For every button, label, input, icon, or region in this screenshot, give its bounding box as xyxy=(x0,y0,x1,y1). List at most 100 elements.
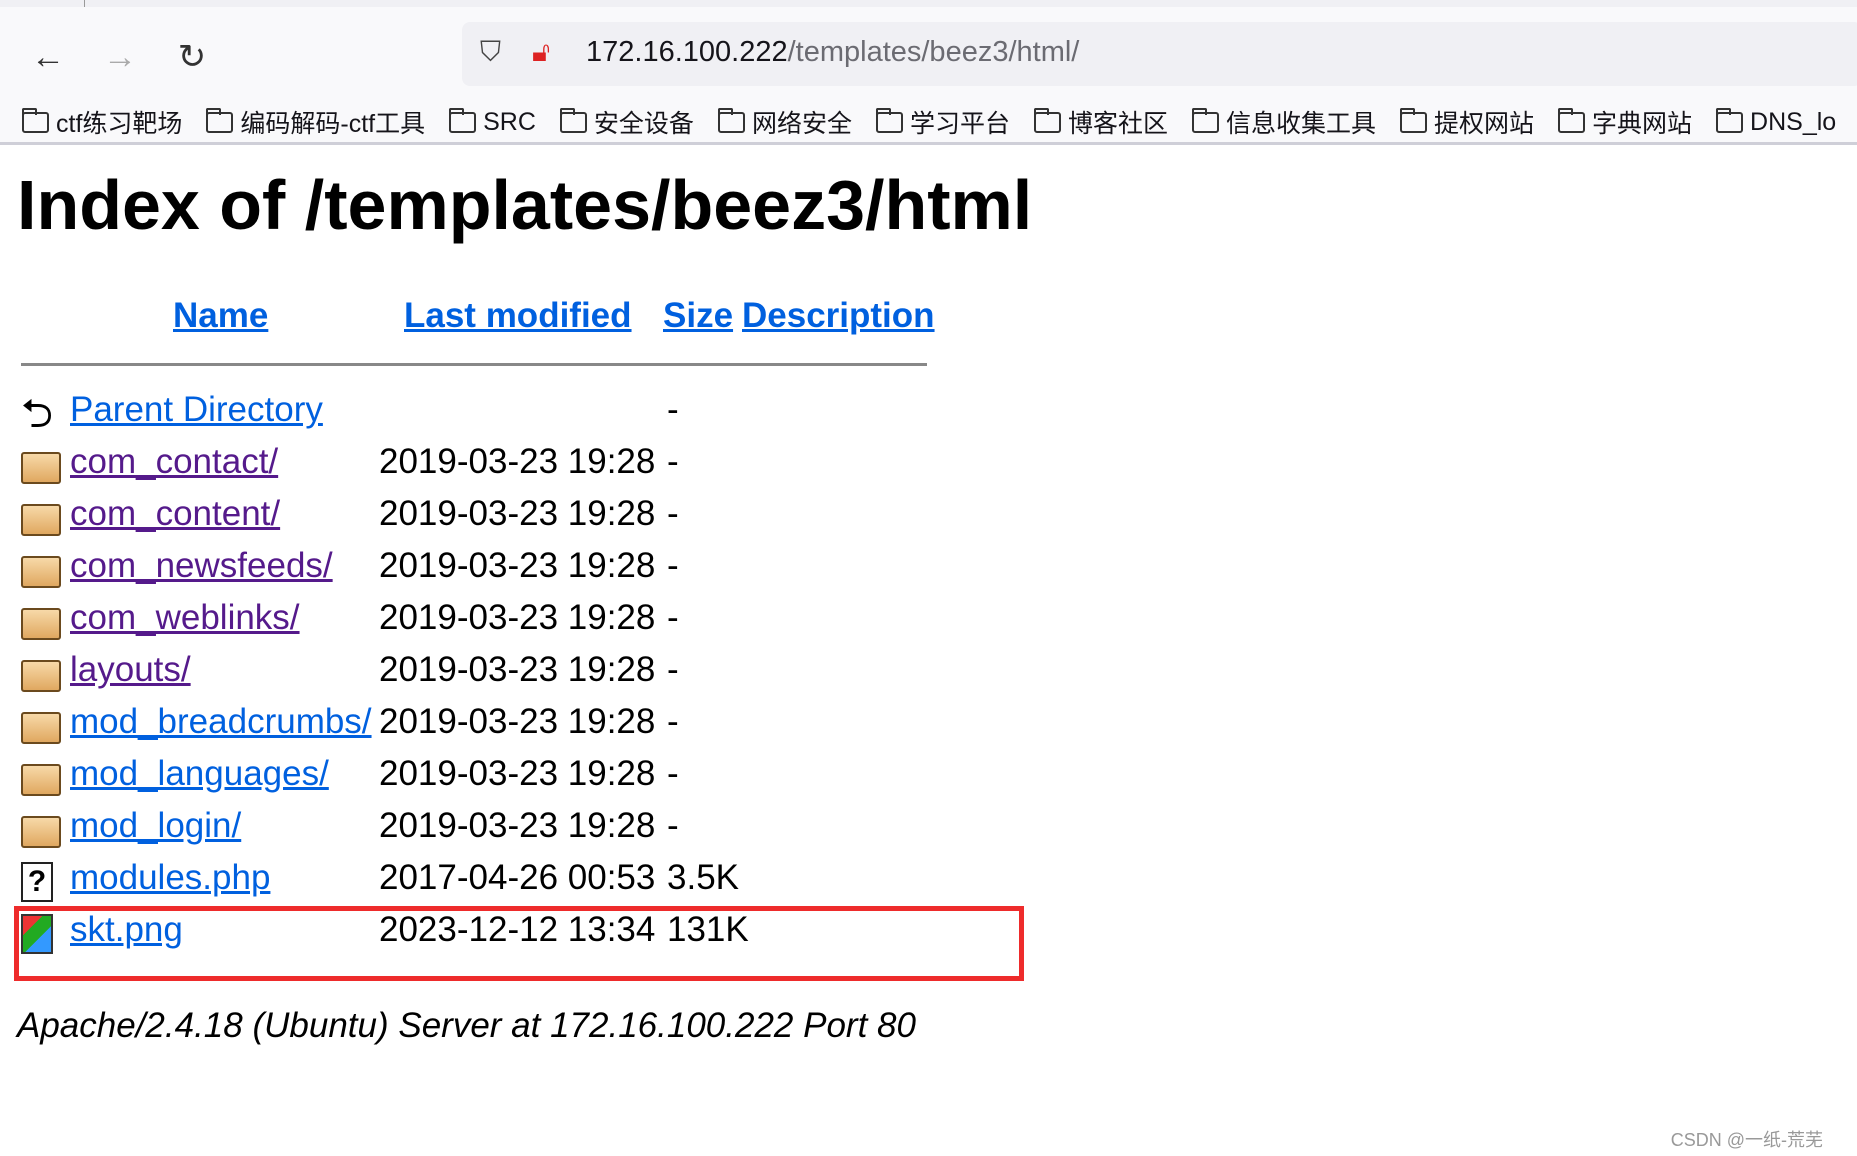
bookmark-item[interactable]: 信息收集工具 xyxy=(1191,104,1376,140)
bookmark-item[interactable]: 安全设备 xyxy=(559,104,694,140)
page-title: Index of /templates/beez3/html xyxy=(17,166,1033,244)
file-link[interactable]: mod_breadcrumbs/ xyxy=(70,702,372,742)
bookmark-item[interactable]: 博客社区 xyxy=(1033,104,1168,140)
file-link[interactable]: com_weblinks/ xyxy=(70,598,300,638)
folder-icon xyxy=(717,107,745,133)
file-link[interactable]: layouts/ xyxy=(70,650,191,690)
file-size: - xyxy=(667,494,679,533)
folder-icon xyxy=(1716,107,1744,133)
bookmark-item[interactable]: DNS_lo xyxy=(1716,104,1836,140)
sort-size-link[interactable]: Size xyxy=(663,296,733,336)
bookmark-label: 网络安全 xyxy=(751,110,852,138)
header-divider xyxy=(21,363,927,366)
file-link[interactable]: com_newsfeeds/ xyxy=(70,546,333,586)
folder-icon xyxy=(21,452,61,484)
bookmark-item[interactable]: 网络安全 xyxy=(717,104,852,140)
folder-icon xyxy=(22,107,49,133)
folder-icon xyxy=(21,660,61,692)
sort-name-link[interactable]: Name xyxy=(173,296,268,336)
table-row: mod_login/ 2019-03-23 19:28 - xyxy=(21,804,1021,856)
sort-description-link[interactable]: Description xyxy=(742,296,935,336)
file-size: - xyxy=(667,650,679,689)
file-size: - xyxy=(667,702,679,741)
folder-icon xyxy=(21,556,61,588)
watermark: CSDN @一纸-荒芜 xyxy=(1670,1130,1823,1150)
unknown-file-icon: ? xyxy=(21,862,53,902)
reload-icon[interactable]: ↻ xyxy=(172,37,212,77)
bookmark-label: 提权网站 xyxy=(1434,110,1535,138)
url-text[interactable]: 172.16.100.222/templates/beez3/html/ xyxy=(586,36,1079,69)
file-link[interactable]: mod_languages/ xyxy=(70,754,329,794)
last-modified: 2019-03-23 19:28 xyxy=(379,546,656,585)
file-link[interactable]: com_content/ xyxy=(70,494,280,534)
table-row: mod_breadcrumbs/ 2019-03-23 19:28 - xyxy=(21,700,1021,752)
table-row: com_content/ 2019-03-23 19:28 - xyxy=(21,492,1021,544)
folder-icon xyxy=(1400,107,1427,133)
table-row: com_weblinks/ 2019-03-23 19:28 - xyxy=(21,596,1021,648)
bookmark-label: 字典网站 xyxy=(1592,110,1693,138)
file-size: - xyxy=(667,546,679,585)
shield-icon[interactable]: ⛉ xyxy=(480,36,501,69)
last-modified: 2019-03-23 19:28 xyxy=(379,598,656,637)
folder-icon xyxy=(1191,107,1219,133)
file-size: - xyxy=(667,806,679,845)
file-size: - xyxy=(667,754,679,793)
bookmark-label: 信息收集工具 xyxy=(1225,110,1376,138)
folder-icon xyxy=(1033,107,1061,133)
last-modified: 2019-03-23 19:28 xyxy=(379,702,656,741)
folder-icon xyxy=(449,107,477,133)
folder-icon xyxy=(1558,107,1586,133)
bookmark-item[interactable]: 编码解码-ctf工具 xyxy=(206,104,425,140)
folder-icon xyxy=(21,816,61,848)
sort-last-modified-link[interactable]: Last modified xyxy=(404,296,632,336)
last-modified: 2019-03-23 19:28 xyxy=(379,442,656,481)
file-size: - xyxy=(667,598,679,637)
bookmark-item[interactable]: ctf练习靶场 xyxy=(22,104,182,140)
bookmark-item[interactable]: 学习平台 xyxy=(875,104,1010,140)
bookmark-label: 博客社区 xyxy=(1067,110,1168,138)
table-row: mod_languages/ 2019-03-23 19:28 - xyxy=(21,752,1021,804)
last-modified: 2019-03-23 19:28 xyxy=(379,754,656,793)
folder-icon xyxy=(21,764,61,796)
table-row: layouts/ 2019-03-23 19:28 - xyxy=(21,648,1021,700)
bookmark-label: SRC xyxy=(483,107,536,136)
url-host: 172.16.100.222 xyxy=(586,36,788,68)
bookmark-item[interactable]: 字典网站 xyxy=(1558,104,1692,140)
table-row: com_contact/ 2019-03-23 19:28 - xyxy=(21,440,1021,492)
url-path: /templates/beez3/html/ xyxy=(787,36,1080,68)
file-link[interactable]: Parent Directory xyxy=(70,390,323,430)
folder-icon xyxy=(21,504,61,536)
table-row: ? modules.php 2017-04-26 00:53 3.5K xyxy=(21,856,1021,908)
bookmark-label: 学习平台 xyxy=(909,110,1010,138)
bookmark-label: 安全设备 xyxy=(593,110,694,138)
table-row: com_newsfeeds/ 2019-03-23 19:28 - xyxy=(21,544,1021,596)
forward-arrow-icon[interactable]: → xyxy=(100,37,140,77)
folder-icon xyxy=(21,712,61,744)
file-link[interactable]: modules.php xyxy=(70,858,270,898)
server-signature: Apache/2.4.18 (Ubuntu) Server at 172.16.… xyxy=(17,1006,916,1045)
bookmark-item[interactable]: SRC xyxy=(449,104,536,140)
last-modified: 2019-03-23 19:28 xyxy=(379,494,656,533)
file-link[interactable]: com_contact/ xyxy=(70,442,278,482)
folder-icon xyxy=(559,107,587,133)
insecure-lock-icon[interactable]: 🔓︎ xyxy=(532,36,550,69)
back-icon: ⮌ xyxy=(21,392,54,436)
browser-toolbar: ← → ↻ ⛉ 🔓︎ 172.16.100.222/templates/beez… xyxy=(0,7,1857,145)
bookmark-item[interactable]: 提权网站 xyxy=(1400,104,1534,140)
file-link[interactable]: mod_login/ xyxy=(70,806,241,846)
tab-strip xyxy=(0,0,1857,7)
file-size: - xyxy=(667,442,679,481)
bookmark-label: ctf练习靶场 xyxy=(56,110,183,138)
back-arrow-icon[interactable]: ← xyxy=(28,37,68,77)
tab-separator xyxy=(84,0,85,7)
file-size: 3.5K xyxy=(667,858,739,897)
table-row: ⮌ Parent Directory - xyxy=(21,388,1021,440)
address-bar[interactable]: ⛉ 🔓︎ 172.16.100.222/templates/beez3/html… xyxy=(462,22,1857,86)
bookmarks-bar: ctf练习靶场 编码解码-ctf工具 SRC 安全设备 网络安全 学习平台 博客社区 信息收集… xyxy=(22,104,1857,140)
file-size: - xyxy=(667,390,679,429)
bookmark-label: 编码解码-ctf工具 xyxy=(240,110,426,138)
folder-icon xyxy=(875,107,903,133)
last-modified: 2019-03-23 19:28 xyxy=(379,806,656,845)
folder-icon xyxy=(206,107,234,133)
last-modified: 2019-03-23 19:28 xyxy=(379,650,656,689)
